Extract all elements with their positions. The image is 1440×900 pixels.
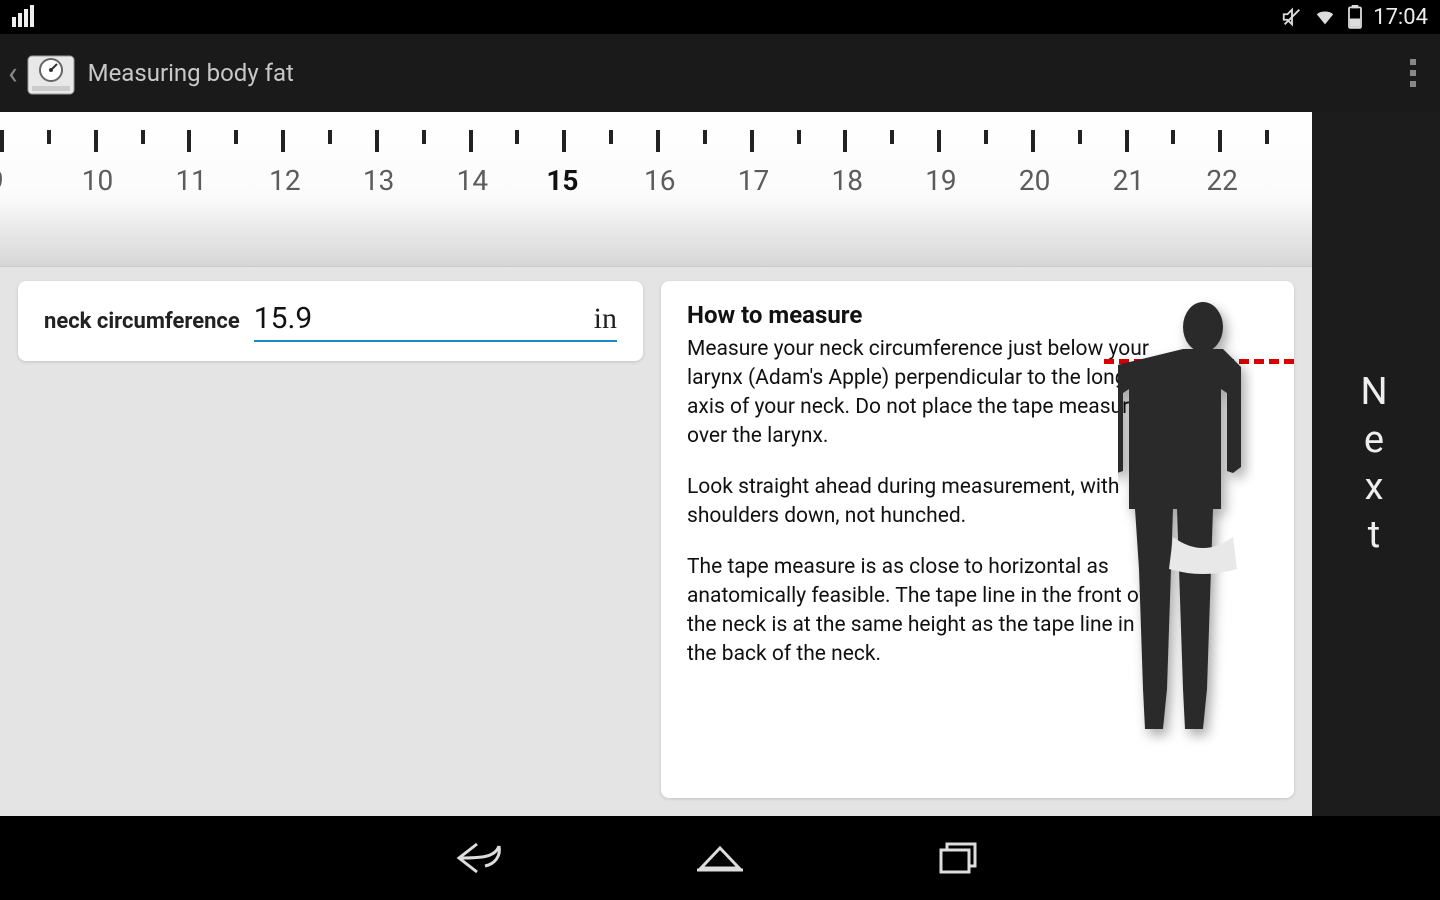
measurement-card: neck circumference 15.9 in xyxy=(18,281,643,361)
status-bar: 17:04 xyxy=(0,0,1440,34)
measurement-input[interactable]: 15.9 in xyxy=(254,301,617,342)
battery-icon xyxy=(1347,5,1363,29)
nav-back-icon[interactable] xyxy=(455,838,505,878)
body-figure-icon xyxy=(1118,291,1288,791)
howto-paragraph: Measure your neck circumference just bel… xyxy=(687,335,1157,451)
next-button[interactable]: N e x t xyxy=(1312,112,1440,816)
nav-recent-icon[interactable] xyxy=(935,838,985,878)
wifi-icon xyxy=(1313,6,1337,28)
ruler-label: 11 xyxy=(175,164,269,197)
mute-icon xyxy=(1281,6,1303,28)
howto-title: How to measure xyxy=(687,301,1157,329)
measurement-unit: in xyxy=(594,302,617,336)
ruler-label: 16 xyxy=(644,164,738,197)
back-button[interactable]: ‹ xyxy=(6,54,22,92)
ruler-label: 10 xyxy=(82,164,176,197)
ruler-label: 12 xyxy=(269,164,363,197)
ruler-label: 14 xyxy=(457,164,551,197)
ruler-label: 18 xyxy=(831,164,925,197)
ruler-label: 19 xyxy=(925,164,1019,197)
signal-icon xyxy=(12,7,34,27)
ruler-label: 20 xyxy=(1019,164,1113,197)
ruler-label: 17 xyxy=(738,164,832,197)
measurement-value[interactable]: 15.9 xyxy=(254,301,594,336)
ruler-label: 21 xyxy=(1113,164,1207,197)
howto-paragraph: Look straight ahead during measurement, … xyxy=(687,473,1157,531)
ruler-label: 22 xyxy=(1206,164,1300,197)
howto-paragraph: The tape measure is as close to horizont… xyxy=(687,553,1157,669)
action-bar: ‹ Measuring body fat xyxy=(0,34,1440,112)
ruler-label: 15 xyxy=(546,164,640,197)
clock: 17:04 xyxy=(1373,5,1428,30)
measurement-label: neck circumference xyxy=(44,309,240,334)
system-nav-bar xyxy=(0,816,1440,900)
main-content: 910111213141516171819202122 neck circumf… xyxy=(0,112,1440,816)
next-button-label: N e x t xyxy=(1360,369,1391,559)
ruler-label: 9 xyxy=(0,164,82,197)
howto-card: How to measure Measure your neck circumf… xyxy=(661,281,1294,798)
overflow-menu-button[interactable] xyxy=(1392,59,1434,87)
page-title: Measuring body fat xyxy=(88,59,294,87)
nav-home-icon[interactable] xyxy=(695,838,745,878)
ruler-label: 13 xyxy=(363,164,457,197)
ruler[interactable]: 910111213141516171819202122 xyxy=(0,112,1312,267)
app-icon[interactable] xyxy=(22,44,80,102)
